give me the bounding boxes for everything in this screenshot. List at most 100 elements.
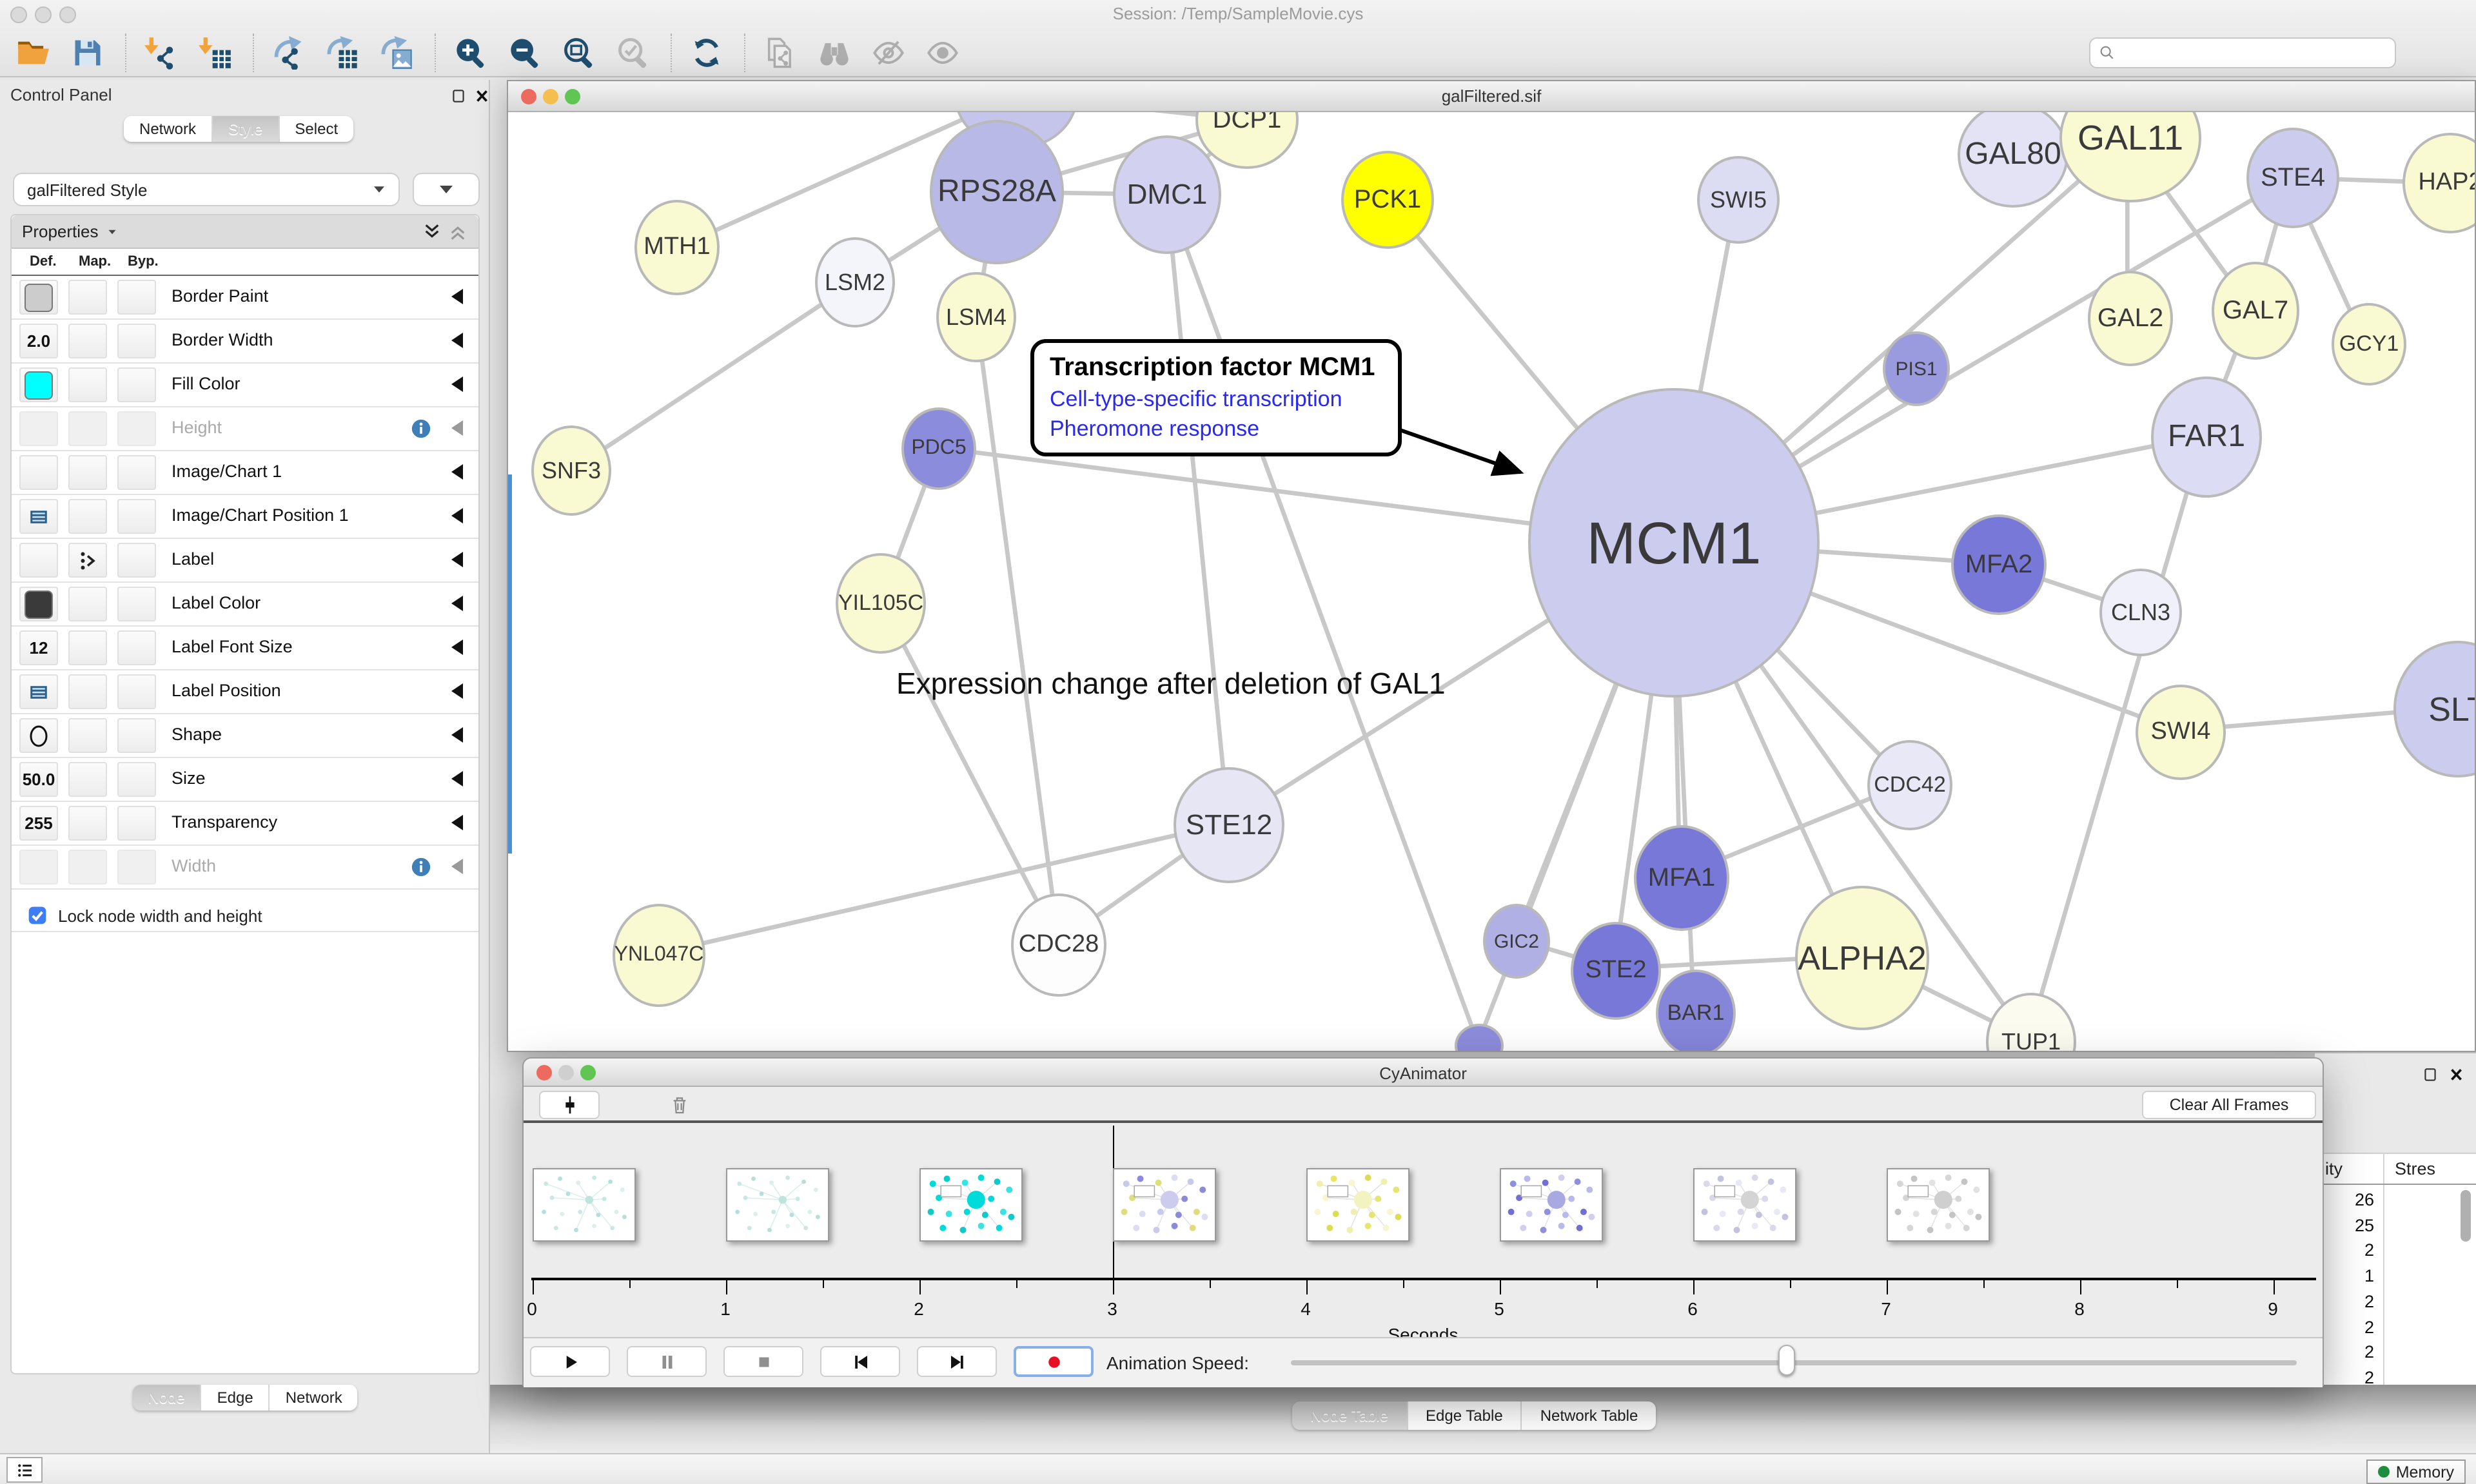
property-row-fill-color[interactable]: Fill Color xyxy=(12,364,478,407)
zoom-selected-button[interactable] xyxy=(610,32,659,73)
default-value-cell[interactable]: 50.0 xyxy=(19,762,58,797)
frame-thumbnail-6[interactable] xyxy=(1693,1168,1796,1242)
mapping-cell[interactable] xyxy=(68,850,107,884)
table-cell[interactable]: 2 xyxy=(2317,1342,2374,1362)
mapping-cell[interactable] xyxy=(68,630,107,665)
hide-selected-button[interactable] xyxy=(865,32,914,73)
frame-thumbnail-7[interactable] xyxy=(1886,1168,1989,1242)
network-window-titlebar[interactable]: galFiltered.sif xyxy=(508,81,2475,112)
expand-row-icon[interactable] xyxy=(451,289,463,304)
export-image-button[interactable] xyxy=(374,32,423,73)
mapping-cell[interactable] xyxy=(68,762,107,797)
show-all-button[interactable] xyxy=(919,32,968,73)
style-selector[interactable]: galFiltered Style xyxy=(13,173,400,206)
zoom-out-button[interactable] xyxy=(502,32,551,73)
property-row-size[interactable]: 50.0Size xyxy=(12,758,478,802)
expand-row-icon[interactable] xyxy=(451,552,463,567)
expand-row-icon[interactable] xyxy=(451,420,463,436)
expand-row-icon[interactable] xyxy=(451,464,463,480)
bypass-cell[interactable] xyxy=(117,806,156,841)
mapping-cell[interactable] xyxy=(68,674,107,709)
expand-row-icon[interactable] xyxy=(451,376,463,392)
play-button[interactable] xyxy=(530,1346,610,1377)
expand-all-icon[interactable] xyxy=(422,221,442,242)
frames-timeline[interactable] xyxy=(524,1123,2323,1278)
table-cell[interactable]: 25 xyxy=(2317,1215,2374,1235)
property-row-width[interactable]: Width xyxy=(12,846,478,890)
bypass-cell[interactable] xyxy=(117,587,156,621)
table-cell[interactable]: 2 xyxy=(2317,1317,2374,1336)
bypass-cell[interactable] xyxy=(117,367,156,402)
mapping-cell[interactable] xyxy=(68,806,107,841)
cyanimator-titlebar[interactable]: CyAnimator xyxy=(524,1059,2323,1087)
default-value-cell[interactable] xyxy=(19,850,58,884)
property-row-label-font-size[interactable]: 12Label Font Size xyxy=(12,627,478,670)
close-panel-icon[interactable] xyxy=(2448,1066,2464,1083)
import-table-button[interactable] xyxy=(192,32,241,73)
record-button[interactable] xyxy=(1014,1346,1094,1377)
bottom-tab-network[interactable]: Network xyxy=(270,1385,358,1411)
bypass-cell[interactable] xyxy=(117,674,156,709)
add-frame-button[interactable] xyxy=(539,1091,600,1119)
default-value-cell[interactable]: 2.0 xyxy=(19,324,58,358)
default-value-cell[interactable]: 12 xyxy=(19,630,58,665)
bypass-cell[interactable] xyxy=(117,499,156,534)
stop-button[interactable] xyxy=(723,1346,803,1377)
table-cell[interactable]: 2 xyxy=(2317,1241,2374,1260)
mapping-cell[interactable] xyxy=(68,324,107,358)
property-row-label-position[interactable]: Label Position xyxy=(12,670,478,714)
default-value-cell[interactable]: 255 xyxy=(19,806,58,841)
memory-button[interactable]: Memory xyxy=(2366,1460,2466,1484)
table-column-header[interactable]: Stres xyxy=(2395,1159,2435,1178)
property-row-label-color[interactable]: Label Color xyxy=(12,583,478,627)
dock-tab-edge-table[interactable]: Edge Table xyxy=(1408,1401,1522,1430)
find-neighbors-button[interactable] xyxy=(811,32,860,73)
property-row-transparency[interactable]: 255Transparency xyxy=(12,802,478,846)
collapse-all-icon[interactable] xyxy=(447,221,468,242)
vertical-scrollbar[interactable] xyxy=(2461,1190,2471,1242)
expand-row-icon[interactable] xyxy=(451,683,463,699)
table-cell[interactable]: 1 xyxy=(2317,1266,2374,1285)
property-row-border-paint[interactable]: Border Paint xyxy=(12,276,478,320)
mapping-cell[interactable] xyxy=(68,499,107,534)
bypass-cell[interactable] xyxy=(117,411,156,446)
pause-button[interactable] xyxy=(627,1346,707,1377)
bottom-tab-edge[interactable]: Edge xyxy=(202,1385,270,1411)
bypass-cell[interactable] xyxy=(117,455,156,490)
mapping-cell[interactable] xyxy=(68,455,107,490)
search-field[interactable] xyxy=(2089,37,2396,68)
mapping-cell[interactable] xyxy=(68,367,107,402)
default-value-cell[interactable] xyxy=(19,455,58,490)
info-icon[interactable] xyxy=(410,418,432,440)
frame-thumbnail-2[interactable] xyxy=(919,1168,1022,1242)
expand-row-icon[interactable] xyxy=(451,508,463,523)
close-panel-icon[interactable] xyxy=(473,88,490,104)
property-row-shape[interactable]: Shape xyxy=(12,714,478,758)
bottom-tab-node[interactable]: Node xyxy=(132,1385,201,1411)
info-icon[interactable] xyxy=(410,856,432,878)
property-row-image-chart-1[interactable]: Image/Chart 1 xyxy=(12,451,478,495)
default-value-cell[interactable] xyxy=(19,499,58,534)
float-panel-icon[interactable] xyxy=(450,88,467,104)
properties-header[interactable]: Properties xyxy=(12,215,478,249)
import-network-button[interactable] xyxy=(138,32,187,73)
open-session-button[interactable] xyxy=(10,32,59,73)
frame-thumbnail-4[interactable] xyxy=(1306,1168,1409,1242)
save-session-button[interactable] xyxy=(64,32,113,73)
slider-handle[interactable] xyxy=(1778,1345,1795,1376)
expand-row-icon[interactable] xyxy=(451,727,463,743)
zoom-in-button[interactable] xyxy=(447,32,496,73)
default-value-cell[interactable] xyxy=(19,367,58,402)
float-panel-icon[interactable] xyxy=(2422,1066,2439,1083)
mapping-cell[interactable] xyxy=(68,718,107,753)
style-options-button[interactable] xyxy=(413,173,480,206)
zoom-fit-content-button[interactable] xyxy=(556,32,605,73)
export-network-button[interactable] xyxy=(266,32,315,73)
tab-select[interactable]: Select xyxy=(279,116,353,142)
bypass-cell[interactable] xyxy=(117,850,156,884)
lock-size-row[interactable]: Lock node width and height xyxy=(12,888,478,932)
expand-row-icon[interactable] xyxy=(451,596,463,611)
default-value-cell[interactable] xyxy=(19,280,58,315)
expand-row-icon[interactable] xyxy=(451,639,463,655)
frame-thumbnail-3[interactable] xyxy=(1112,1168,1215,1242)
